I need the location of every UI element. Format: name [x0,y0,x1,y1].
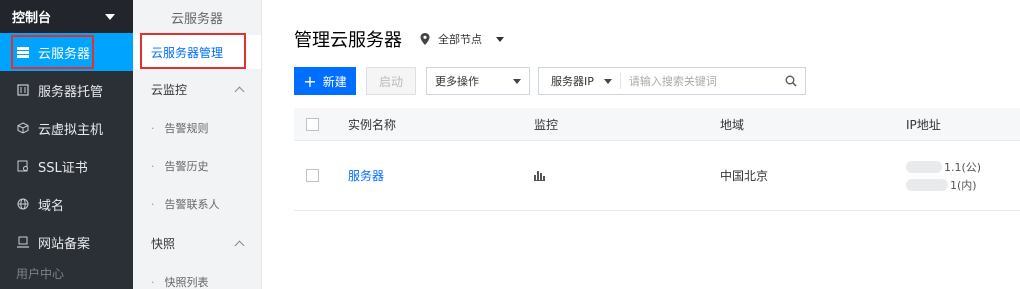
search-box: 服务器IP [538,67,806,95]
main-content: 管理云服务器 全部节点 + 新建 启动 更多操作 服务器IP 请输入搜索关键词 … [262,0,1020,289]
ip-private: 1(内) [950,178,977,192]
console-title: 控制台 [12,11,52,26]
cube-icon [16,121,30,135]
search-field-select[interactable]: 服务器IP [539,73,621,89]
row-checkbox[interactable] [306,169,319,182]
instance-table: 实例名称 监控 地域 IP地址 服务器 中国北京 1.1(公) 1(内) [294,108,1020,211]
submenu-item-alarm-rules[interactable]: · 告警规则 [133,109,261,147]
search-input[interactable] [620,74,777,88]
submenu-item-snapshot-list[interactable]: · 快照列表 [133,263,261,289]
certificate-icon [16,159,30,173]
sidebar-item-label: 服务器托管 [38,84,104,100]
globe-icon [16,197,30,211]
submenu-group-label: 云监控 [151,82,188,97]
bullet-icon: · [151,197,155,211]
sidebar-item-label: SSL证书 [38,160,88,176]
region-selector[interactable]: 全部节点 [420,31,504,47]
bullet-icon: · [151,121,155,135]
bullet-icon: · [151,275,155,289]
sidebar-item-hosting[interactable]: 服务器托管 [0,71,133,109]
sidebar-item-icp[interactable]: 网站备案 [0,223,133,261]
location-pin-icon [420,33,430,45]
instance-name-link[interactable]: 服务器 [348,167,384,184]
start-button[interactable]: 启动 [366,67,416,95]
header-name: 实例名称 [348,117,397,132]
header-region: 地域 [720,117,745,132]
submenu-group-snapshot[interactable]: 快照 [133,223,261,263]
caret-down-icon [496,36,504,42]
sidebar-item-domain[interactable]: 域名 [0,185,133,223]
sidebar-item-label: 云虚拟主机 [38,122,104,138]
ip-cell: 1.1(公) 1(内) [906,159,981,193]
monitor-chart-icon[interactable] [534,169,545,183]
submenu-item-label: 告警规则 [164,122,209,135]
submenu-item-label: 快照列表 [164,276,209,289]
select-all-checkbox[interactable] [306,117,319,131]
highlight-box [140,33,246,69]
submenu-item-alarm-contacts[interactable]: · 告警联系人 [133,185,261,223]
new-button[interactable]: + 新建 [294,67,356,95]
console-dropdown[interactable]: 控制台 [0,0,133,33]
bullet-icon: · [151,159,155,173]
caret-down-icon [105,13,115,20]
more-actions-dropdown[interactable]: 更多操作 [426,67,530,95]
region-label: 全部节点 [438,33,482,46]
console-app: 控制台 云服务器 服务器托管 云虚拟主机 SSL证书 域名 网站备案 用户中心 … [0,0,1020,289]
new-button-label: 新建 [322,74,347,89]
header-ip: IP地址 [906,117,941,132]
sidebar-item-user-center[interactable]: 用户中心 [0,261,133,285]
chevron-up-icon [234,240,245,250]
more-actions-label: 更多操作 [435,75,479,88]
caret-down-icon [513,78,521,84]
toolbar: + 新建 启动 更多操作 服务器IP [294,67,806,95]
sidebar-item-label: 域名 [38,198,65,214]
table-row: 服务器 中国北京 1.1(公) 1(内) [294,141,1020,211]
search-field-label: 服务器IP [551,75,594,88]
sidebar-item-label: 用户中心 [16,266,65,281]
submenu-item-label: 告警联系人 [164,198,220,211]
caret-down-icon [603,78,612,84]
highlight-box [11,35,94,69]
table-header: 实例名称 监控 地域 IP地址 [294,108,1020,141]
submenu-item-label: 告警历史 [164,160,209,173]
plus-icon: + [303,71,317,91]
ip-public: 1.1(公) [944,160,982,174]
region-value: 中国北京 [720,169,769,183]
sidebar-item-ssl[interactable]: SSL证书 [0,147,133,185]
title-bar: 管理云服务器 全部节点 [294,26,504,52]
record-icon [16,235,30,249]
submenu-title: 云服务器 [170,12,223,27]
page-title: 管理云服务器 [294,30,402,51]
header-monitor: 监控 [534,117,559,132]
redacted-ip [906,178,948,191]
search-icon[interactable] [777,68,805,94]
submenu-group-label: 快照 [151,236,176,251]
rack-icon [16,83,30,97]
redacted-ip [906,160,942,173]
sidebar-item-label: 网站备案 [38,236,91,252]
submenu-group-monitor[interactable]: 云监控 [133,69,261,109]
submenu-item-alarm-history[interactable]: · 告警历史 [133,147,261,185]
sidebar-item-vhost[interactable]: 云虚拟主机 [0,109,133,147]
chevron-up-icon [234,86,245,96]
